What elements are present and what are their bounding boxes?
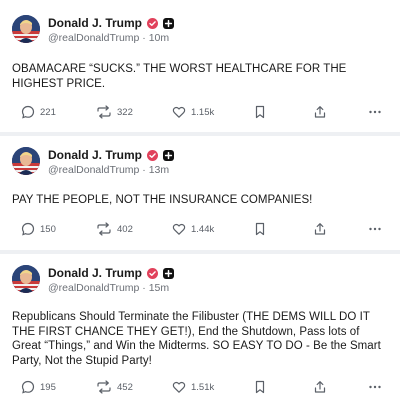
bookmark-button[interactable] [254,220,266,238]
bookmark-icon [254,380,266,394]
repost-button[interactable]: 322 [96,103,133,121]
handle-and-time: @realDonaldTrump · 13m [48,164,170,176]
more-icon [368,222,382,236]
reply-button[interactable]: 150 [21,220,56,238]
repost-icon [96,105,112,119]
post-text: Republicans Should Terminate the Filibus… [12,311,381,367]
like-icon [172,105,186,119]
repost-count: 452 [117,381,133,393]
bookmark-icon [254,105,266,119]
post-text: OBAMACARE “SUCKS.” THE WORST HEALTHCARE … [12,63,347,90]
like-icon [172,222,186,236]
share-icon [313,380,327,394]
like-button[interactable]: 1.51k [172,378,214,396]
reply-count: 195 [40,381,56,393]
follow-plus-icon[interactable] [163,17,175,29]
more-options-button[interactable] [368,220,382,238]
like-count: 1.51k [191,381,215,393]
post[interactable]: Donald J. Trump @realDonaldTrump · 10m O… [0,0,400,134]
post[interactable]: Donald J. Trump @realDonaldTrump · 13m P… [0,134,400,252]
share-button[interactable] [313,220,327,238]
like-button[interactable]: 1.44k [172,220,214,238]
reply-icon [21,380,35,394]
reply-icon [21,222,35,236]
like-count: 1.44k [191,223,215,235]
handle-and-time: @realDonaldTrump · 10m [48,32,170,44]
follow-plus-icon[interactable] [163,267,175,279]
reply-button[interactable]: 195 [21,378,56,396]
share-icon [313,105,327,119]
repost-icon [96,222,112,236]
share-icon [313,222,327,236]
verified-badge-icon [147,17,159,29]
bookmark-button[interactable] [254,103,266,121]
avatar[interactable] [12,147,40,175]
author-name[interactable]: Donald J. Trump [48,266,142,280]
post[interactable]: Donald J. Trump @realDonaldTrump · 15m R… [0,252,400,404]
like-icon [172,380,186,394]
avatar[interactable] [12,265,40,293]
reply-button[interactable]: 221 [21,103,56,121]
post-text: PAY THE PEOPLE, NOT THE INSURANCE COMPAN… [12,194,313,206]
reply-count: 150 [40,223,56,235]
share-button[interactable] [313,378,327,396]
handle-and-time: @realDonaldTrump · 15m [48,282,170,294]
more-icon [368,380,382,394]
follow-plus-icon[interactable] [163,149,175,161]
post-feed: Donald J. Trump @realDonaldTrump · 10m O… [0,0,400,404]
repost-button[interactable]: 452 [96,378,133,396]
author-name[interactable]: Donald J. Trump [48,148,142,162]
bookmark-button[interactable] [254,378,266,396]
verified-badge-icon [147,149,159,161]
reply-icon [21,105,35,119]
like-count: 1.15k [191,106,215,118]
repost-count: 402 [117,223,133,235]
more-options-button[interactable] [368,103,382,121]
post-actions: 195 452 1.51k [0,378,400,396]
repost-count: 322 [117,106,133,118]
more-icon [368,105,382,119]
post-actions: 150 402 1.44k [0,220,400,238]
post-actions: 221 322 1.15k [0,103,400,121]
repost-button[interactable]: 402 [96,220,133,238]
repost-icon [96,380,112,394]
like-button[interactable]: 1.15k [172,103,214,121]
bookmark-icon [254,222,266,236]
share-button[interactable] [313,103,327,121]
avatar[interactable] [12,15,40,43]
reply-count: 221 [40,106,56,118]
more-options-button[interactable] [368,378,382,396]
author-name[interactable]: Donald J. Trump [48,16,142,30]
verified-badge-icon [147,267,159,279]
